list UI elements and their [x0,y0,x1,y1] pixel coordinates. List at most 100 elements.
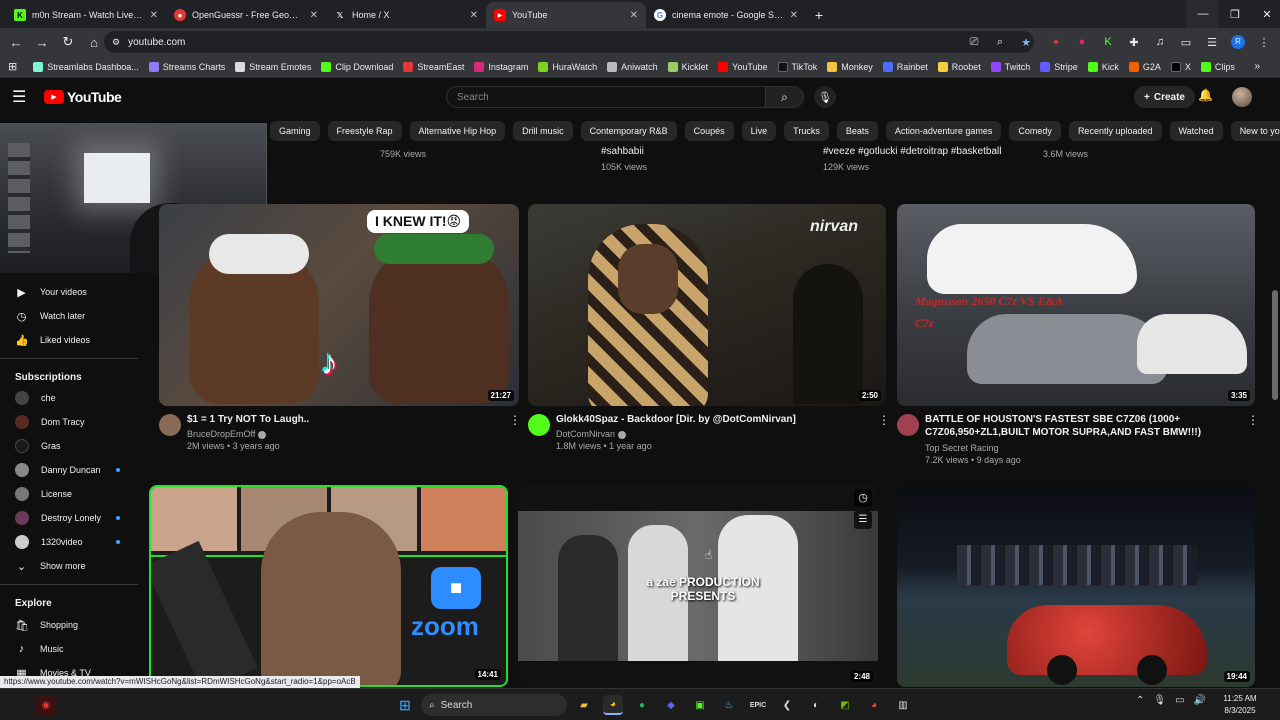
bookmark[interactable]: Clip Download [321,61,393,72]
channel-avatar[interactable] [528,414,550,436]
discord-icon[interactable]: ◆ [661,695,681,715]
bookmark[interactable]: Streams Charts [148,61,225,72]
back-arrow-icon[interactable]: ← [4,30,28,54]
media-icon[interactable]: ♫ [1150,32,1170,52]
chip-gaming[interactable]: Gaming [270,121,320,141]
extension-kick-icon[interactable]: K [1098,32,1118,52]
sidebar-subscription[interactable]: Dom Tracy [0,411,138,433]
window-close-button[interactable]: ✕ [1251,0,1280,28]
bookmark[interactable]: YouTube [718,61,768,72]
bookmark[interactable]: Streamlabs Dashboa... [33,61,139,72]
create-button[interactable]: + Create [1134,86,1195,108]
video-title[interactable]: BATTLE OF HOUSTON'S FASTEST SBE C7Z06 (1… [925,413,1235,439]
sidebar-subscription[interactable]: License [0,483,138,505]
cast-icon[interactable]: ▭ [1176,32,1196,52]
sidebar-subscription[interactable]: che [0,387,138,409]
bookmark[interactable]: Stripe [1040,61,1078,72]
tab-youtube[interactable]: ▶ YouTube ✕ [486,2,646,28]
close-icon[interactable]: ✕ [630,10,638,21]
chip-comedy[interactable]: Comedy [1009,121,1061,141]
chip-drill-music[interactable]: Drill music [513,121,573,141]
chip-beats[interactable]: Beats [836,121,878,141]
tray-overflow-icon[interactable]: ⌃ [1136,695,1144,706]
taskbar-clock[interactable]: 11:25 AM 8/3/2025 [1216,693,1264,717]
nvidia-icon[interactable]: ◩ [835,695,855,715]
watch-later-icon[interactable]: ◷ [854,489,872,507]
close-icon[interactable]: ✕ [150,10,158,21]
extensions-icon[interactable]: ✚ [1124,32,1144,52]
kick-app-icon[interactable]: ▣ [690,695,710,715]
notifications-bell-icon[interactable]: 🔔 [1198,88,1213,102]
speaker-icon[interactable]: 🔊 [1194,695,1206,706]
address-bar[interactable]: ⚙ youtube.com [104,31,1034,53]
site-info-icon[interactable]: ⚙ [112,37,120,48]
chip-watched[interactable]: Watched [1169,121,1223,141]
sidebar-subscription[interactable]: Gras [0,435,138,457]
video-title[interactable]: Glokk40Spaz - Backdoor [Dir. by @DotComN… [556,413,866,426]
voice-search-icon[interactable]: 🎙 [814,86,836,108]
channel-avatar[interactable] [897,414,919,436]
chip-action-adventure[interactable]: Action-adventure games [885,121,1002,141]
bookmarks-overflow-icon[interactable]: » [1254,61,1260,72]
file-explorer-icon[interactable]: ▰ [574,695,594,715]
video-card[interactable]: I KNEW IT!😡 ♪ 21:27 $1 = 1 Try NOT To La… [159,204,521,454]
extension-red-icon[interactable]: ✦ [1046,32,1066,52]
bookmark[interactable]: Instagram [474,61,528,72]
chip-freestyle-rap[interactable]: Freestyle Rap [327,121,402,141]
bookmark[interactable]: Aniwatch [607,61,658,72]
prev-video-title[interactable]: #sahbabii [601,146,644,157]
chip-new-to-you[interactable]: New to you [1230,121,1280,141]
video-card[interactable]: Magnuson 2650 C7z VS E&A C7z 3:35 BATTLE… [897,204,1259,465]
menu-dots-icon[interactable]: ⋮ [1254,32,1274,52]
bookmark[interactable]: Roobet [937,61,981,72]
more-options-icon[interactable]: ⋮ [1247,413,1259,427]
bookmark[interactable]: Twitch [990,61,1030,72]
restore-button[interactable]: ❐ [1219,0,1251,28]
video-card[interactable]: nirvan 2:50 Glokk40Spaz - Backdoor [Dir.… [528,204,890,454]
sidebar-subscription[interactable]: 1320video [0,531,138,553]
reading-list-icon[interactable]: ☰ [1202,32,1222,52]
sidebar-item-shopping[interactable]: 🛍 Shopping [0,614,138,636]
sidebar-subscription[interactable]: Destroy Lonely [0,507,138,529]
video-thumbnail[interactable]: 19:44 [897,485,1255,687]
video-thumbnail[interactable]: ■ zoom 14:41 [149,485,508,687]
search-input[interactable]: Search [446,86,766,108]
epic-games-icon[interactable]: EPIC [748,695,768,715]
install-app-icon[interactable]: ⎚ [964,32,984,52]
sidebar-item-your-videos[interactable]: ▶ Your videos [0,281,138,303]
avatar[interactable] [1232,87,1252,107]
video-title[interactable]: $1 = 1 Try NOT To Laugh.. [187,413,497,426]
sidebar-item-music[interactable]: ♪ Music [0,638,138,660]
taskbar-search[interactable]: ⌕ Search [421,694,567,716]
prev-video-title[interactable]: #veeze #gotlucki #detroitrap #basketball [823,146,1001,157]
sidebar-show-more[interactable]: ⌄ Show more [0,555,138,577]
chip-contemporary-rnb[interactable]: Contemporary R&B [580,121,677,141]
reload-icon[interactable]: ↻ [56,30,80,54]
hamburger-menu-icon[interactable]: ☰ [12,87,32,107]
tab-openguessr[interactable]: ● OpenGuessr - Free GeoGue... ✕ [166,2,326,28]
close-icon[interactable]: ✕ [310,10,318,21]
video-card[interactable]: a zae PRODUCTION PRESENTS ◷ ☰ 2:48 [518,485,878,688]
youtube-logo[interactable]: ▶ YouTube [44,89,122,105]
bookmark[interactable]: Kicklet [667,61,708,72]
bookmark[interactable]: G2A [1128,61,1161,72]
scrollbar[interactable] [1272,290,1278,400]
bookmark-star-icon[interactable]: ★ [1016,32,1036,52]
microphone-icon[interactable]: 🎙 [1153,695,1166,706]
steam-icon[interactable]: ♨ [719,695,739,715]
chip-recently-uploaded[interactable]: Recently uploaded [1068,121,1162,141]
more-options-icon[interactable]: ⋮ [509,413,521,427]
video-thumbnail[interactable]: a zae PRODUCTION PRESENTS ◷ ☰ 2:48 [518,485,878,687]
home-icon[interactable]: ⌂ [82,30,106,54]
video-thumbnail[interactable]: I KNEW IT!😡 ♪ 21:27 [159,204,519,406]
new-tab-button[interactable]: + [806,2,832,28]
obs-icon[interactable]: ◐ [806,695,826,715]
bookmark[interactable]: Clips [1200,61,1235,72]
video-card[interactable]: 19:44 [897,485,1257,688]
extension-pink-icon[interactable]: ● [1072,32,1092,52]
sidebar-item-liked-videos[interactable]: 👍 Liked videos [0,329,138,351]
bookmark[interactable]: Monkey [827,61,873,72]
chip-trucks[interactable]: Trucks [784,121,829,141]
tab-x-home[interactable]: 𝕏 Home / X ✕ [326,2,486,28]
tab-google-search[interactable]: G cinema emote - Google Search ✕ [646,2,806,28]
